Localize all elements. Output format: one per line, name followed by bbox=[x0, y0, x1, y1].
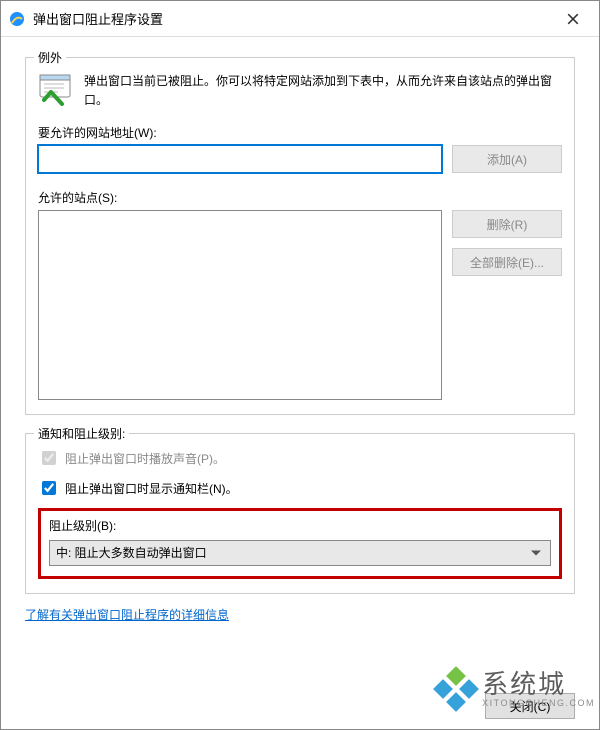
address-label: 要允许的网站地址(W): bbox=[38, 124, 562, 141]
watermark-sub: XITONGCHENG.COM bbox=[482, 699, 595, 708]
window-close-button[interactable] bbox=[551, 4, 595, 34]
show-bar-label: 阻止弹出窗口时显示通知栏(N)。 bbox=[65, 480, 238, 497]
remove-button[interactable]: 删除(R) bbox=[452, 210, 562, 238]
blocking-level-area: 阻止级别(B): 中: 阻止大多数自动弹出窗口 bbox=[38, 508, 562, 579]
ie-icon bbox=[9, 11, 25, 27]
show-bar-row[interactable]: 阻止弹出窗口时显示通知栏(N)。 bbox=[38, 478, 562, 498]
add-button[interactable]: 添加(A) bbox=[452, 145, 562, 173]
notification-header: 通知和阻止级别: bbox=[34, 425, 129, 442]
side-button-column: 删除(R) 全部删除(E)... bbox=[452, 210, 562, 276]
play-sound-label: 阻止弹出窗口时播放声音(P)。 bbox=[65, 450, 225, 467]
popup-allowed-icon bbox=[38, 70, 74, 106]
exceptions-header: 例外 bbox=[34, 49, 66, 66]
allowed-sites-listbox[interactable] bbox=[38, 210, 442, 400]
play-sound-checkbox[interactable] bbox=[42, 451, 56, 465]
remove-all-button[interactable]: 全部删除(E)... bbox=[452, 248, 562, 276]
dialog-body: 例外 弹出窗口当前已被阻止。你可以将特定网站添加到下表中，从而允许来自该站点的弹… bbox=[1, 37, 599, 633]
info-text: 弹出窗口当前已被阻止。你可以将特定网站添加到下表中，从而允许来自该站点的弹出窗口… bbox=[84, 70, 562, 110]
dialog-window: 弹出窗口阻止程序设置 例外 bbox=[0, 0, 600, 730]
show-bar-checkbox[interactable] bbox=[42, 481, 56, 495]
window-title: 弹出窗口阻止程序设置 bbox=[33, 9, 551, 28]
close-icon bbox=[567, 13, 579, 25]
watermark-text: 系统城 XITONGCHENG.COM bbox=[482, 671, 595, 708]
watermark: 系统城 XITONGCHENG.COM bbox=[436, 669, 595, 709]
info-row: 弹出窗口当前已被阻止。你可以将特定网站添加到下表中，从而允许来自该站点的弹出窗口… bbox=[38, 70, 562, 110]
watermark-main: 系统城 bbox=[482, 671, 595, 697]
exceptions-group: 例外 弹出窗口当前已被阻止。你可以将特定网站添加到下表中，从而允许来自该站点的弹… bbox=[25, 57, 575, 415]
allowed-sites-row: 删除(R) 全部删除(E)... bbox=[38, 210, 562, 400]
blocking-level-label: 阻止级别(B): bbox=[49, 517, 551, 534]
blocking-level-select-wrap: 中: 阻止大多数自动弹出窗口 bbox=[49, 540, 551, 566]
watermark-logo-icon bbox=[436, 669, 476, 709]
learn-more-link[interactable]: 了解有关弹出窗口阻止程序的详细信息 bbox=[25, 606, 229, 623]
address-row: 添加(A) bbox=[38, 145, 562, 173]
address-input[interactable] bbox=[38, 145, 442, 173]
play-sound-row[interactable]: 阻止弹出窗口时播放声音(P)。 bbox=[38, 448, 562, 468]
allowed-sites-label: 允许的站点(S): bbox=[38, 189, 562, 206]
title-bar: 弹出窗口阻止程序设置 bbox=[1, 1, 599, 37]
notification-group: 通知和阻止级别: 阻止弹出窗口时播放声音(P)。 阻止弹出窗口时显示通知栏(N)… bbox=[25, 433, 575, 594]
blocking-level-select[interactable]: 中: 阻止大多数自动弹出窗口 bbox=[49, 540, 551, 566]
